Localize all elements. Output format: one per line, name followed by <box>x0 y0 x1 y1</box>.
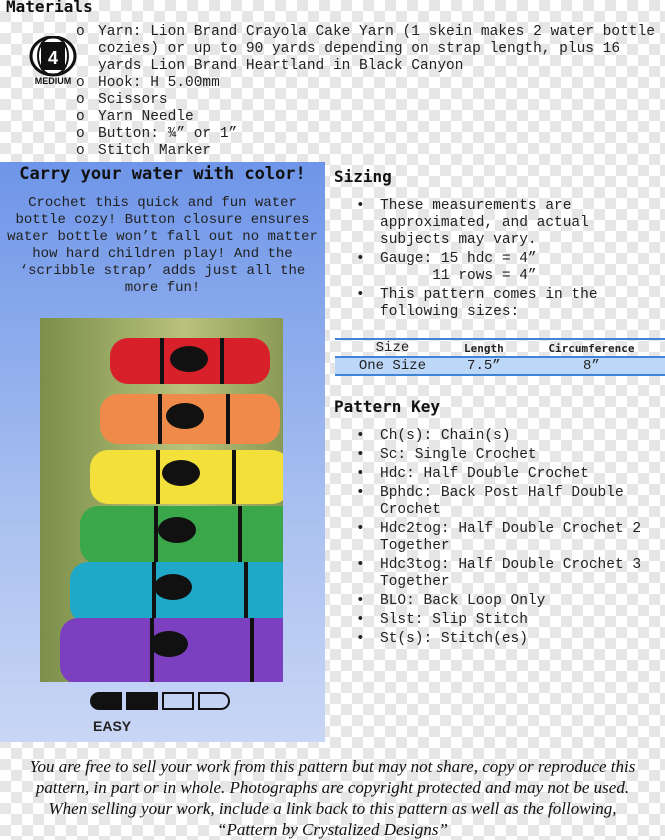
list-item: • Hdc: Half Double Crochet <box>356 466 589 482</box>
bullet: o <box>76 126 85 142</box>
difficulty-meter <box>90 692 230 710</box>
list-item: o Yarn Needle <box>76 109 656 126</box>
promo-panel: Carry your water with color! Crochet thi… <box>0 162 325 742</box>
bullet: o <box>76 92 85 108</box>
item-text: Button: ¾” or 1” <box>98 126 238 142</box>
cell: 7.5” <box>449 357 518 375</box>
item-text: Ch(s): Chain(s) <box>380 428 511 444</box>
cozy <box>90 450 283 504</box>
list-item: • Sc: Single Crochet <box>356 447 537 463</box>
cell: One Size <box>335 357 450 375</box>
cozy-patch <box>150 631 188 657</box>
list-item: • Hdc3tog: Half Double Crochet 3 Together <box>356 557 661 591</box>
list-item: • Bphdc: Back Post Half Double Crochet <box>356 485 661 519</box>
bullet: o <box>76 75 85 91</box>
yarn-weight-number: 4 <box>48 48 58 68</box>
cozy-patch <box>166 403 204 429</box>
difficulty-block <box>162 692 194 710</box>
item-text: These measurements are approximated, and… <box>380 198 589 248</box>
list-item: • St(s): Stitch(es) <box>356 631 528 647</box>
cell: 8” <box>517 357 665 375</box>
cozy <box>60 618 283 682</box>
list-item: • BLO: Back Loop Only <box>356 593 546 609</box>
table-row: One Size 7.5” 8” <box>335 357 665 375</box>
item-text: Hdc: Half Double Crochet <box>380 466 589 482</box>
difficulty-label: EASY <box>93 718 132 734</box>
difficulty-block <box>90 692 122 710</box>
cozy-patch <box>158 517 196 543</box>
cozy <box>70 562 283 624</box>
list-item: • This pattern comes in the following siz… <box>356 287 661 321</box>
list-item: • Gauge: 15 hdc = 4” 11 rows = 4” <box>356 251 537 284</box>
footer-notice: You are free to sell your work from this… <box>29 757 636 839</box>
list-item: o Stitch Marker <box>76 143 656 160</box>
item-text: Gauge: 15 hdc = 4” 11 rows = 4” <box>380 251 537 284</box>
difficulty-block <box>198 692 230 710</box>
difficulty-block <box>126 692 158 710</box>
bullet: o <box>76 109 85 125</box>
cozy <box>100 394 280 444</box>
cozy-patch <box>154 574 192 600</box>
item-text: Hdc3tog: Half Double Crochet 3 Together <box>380 557 642 590</box>
bullet: o <box>76 24 85 40</box>
list-item: o Button: ¾” or 1” <box>76 126 656 143</box>
item-text: Stitch Marker <box>98 143 212 159</box>
sizing-list: • These measurements are approximated, an… <box>356 198 661 323</box>
list-item: • Slst: Slip Stitch <box>356 612 528 628</box>
yarn-weight-label: MEDIUM <box>35 76 72 86</box>
item-text: Yarn: Lion Brand Crayola Cake Yarn (1 sk… <box>98 24 655 74</box>
materials-heading: Materials <box>6 0 93 16</box>
item-text: Slst: Slip Stitch <box>380 612 528 628</box>
item-text: This pattern comes in the following size… <box>380 287 598 320</box>
cozy-patch <box>162 460 200 486</box>
sizing-heading: Sizing <box>334 167 392 186</box>
cozy <box>80 506 283 564</box>
header-circumference: Circumference <box>548 341 635 355</box>
pattern-key-heading: Pattern Key <box>334 397 440 416</box>
size-table: Size Length Circumference One Size 7.5” 8” <box>335 338 665 376</box>
promo-text: Crochet this quick and fun water bottle … <box>7 195 318 296</box>
item-text: BLO: Back Loop Only <box>380 593 546 609</box>
bullet: o <box>76 143 85 159</box>
list-item: • These measurements are approximated, an… <box>356 198 661 249</box>
item-text: Hook: H 5.00mm <box>98 75 220 91</box>
item-text: Scissors <box>98 92 168 108</box>
promo-title: Carry your water with color! <box>19 164 306 184</box>
item-text: Yarn Needle <box>98 109 194 125</box>
item-text: Sc: Single Crochet <box>380 447 537 463</box>
list-item: o Yarn: Lion Brand Crayola Cake Yarn (1 s… <box>76 24 656 75</box>
item-text: Hdc2tog: Half Double Crochet 2 Together <box>380 521 642 554</box>
list-item: • Hdc2tog: Half Double Crochet 2 Together <box>356 521 661 555</box>
materials-list: o Yarn: Lion Brand Crayola Cake Yarn (1 s… <box>76 24 656 160</box>
cozies-photo <box>40 318 283 682</box>
cozy-patch <box>170 346 208 372</box>
header-length: Length <box>463 341 504 355</box>
list-item: o Hook: H 5.00mm <box>76 75 656 92</box>
yarn-weight-icon: 4 MEDIUM <box>29 36 77 86</box>
pattern-key-list: • Ch(s): Chain(s) • Sc: Single Crochet • Hdc:… <box>356 428 661 650</box>
list-item: o Scissors <box>76 92 656 109</box>
item-text: Bphdc: Back Post Half Double Crochet <box>380 485 624 518</box>
cozy <box>110 338 270 384</box>
list-item: • Ch(s): Chain(s) <box>356 428 511 444</box>
header-size: Size <box>375 340 410 356</box>
item-text: St(s): Stitch(es) <box>380 631 528 647</box>
